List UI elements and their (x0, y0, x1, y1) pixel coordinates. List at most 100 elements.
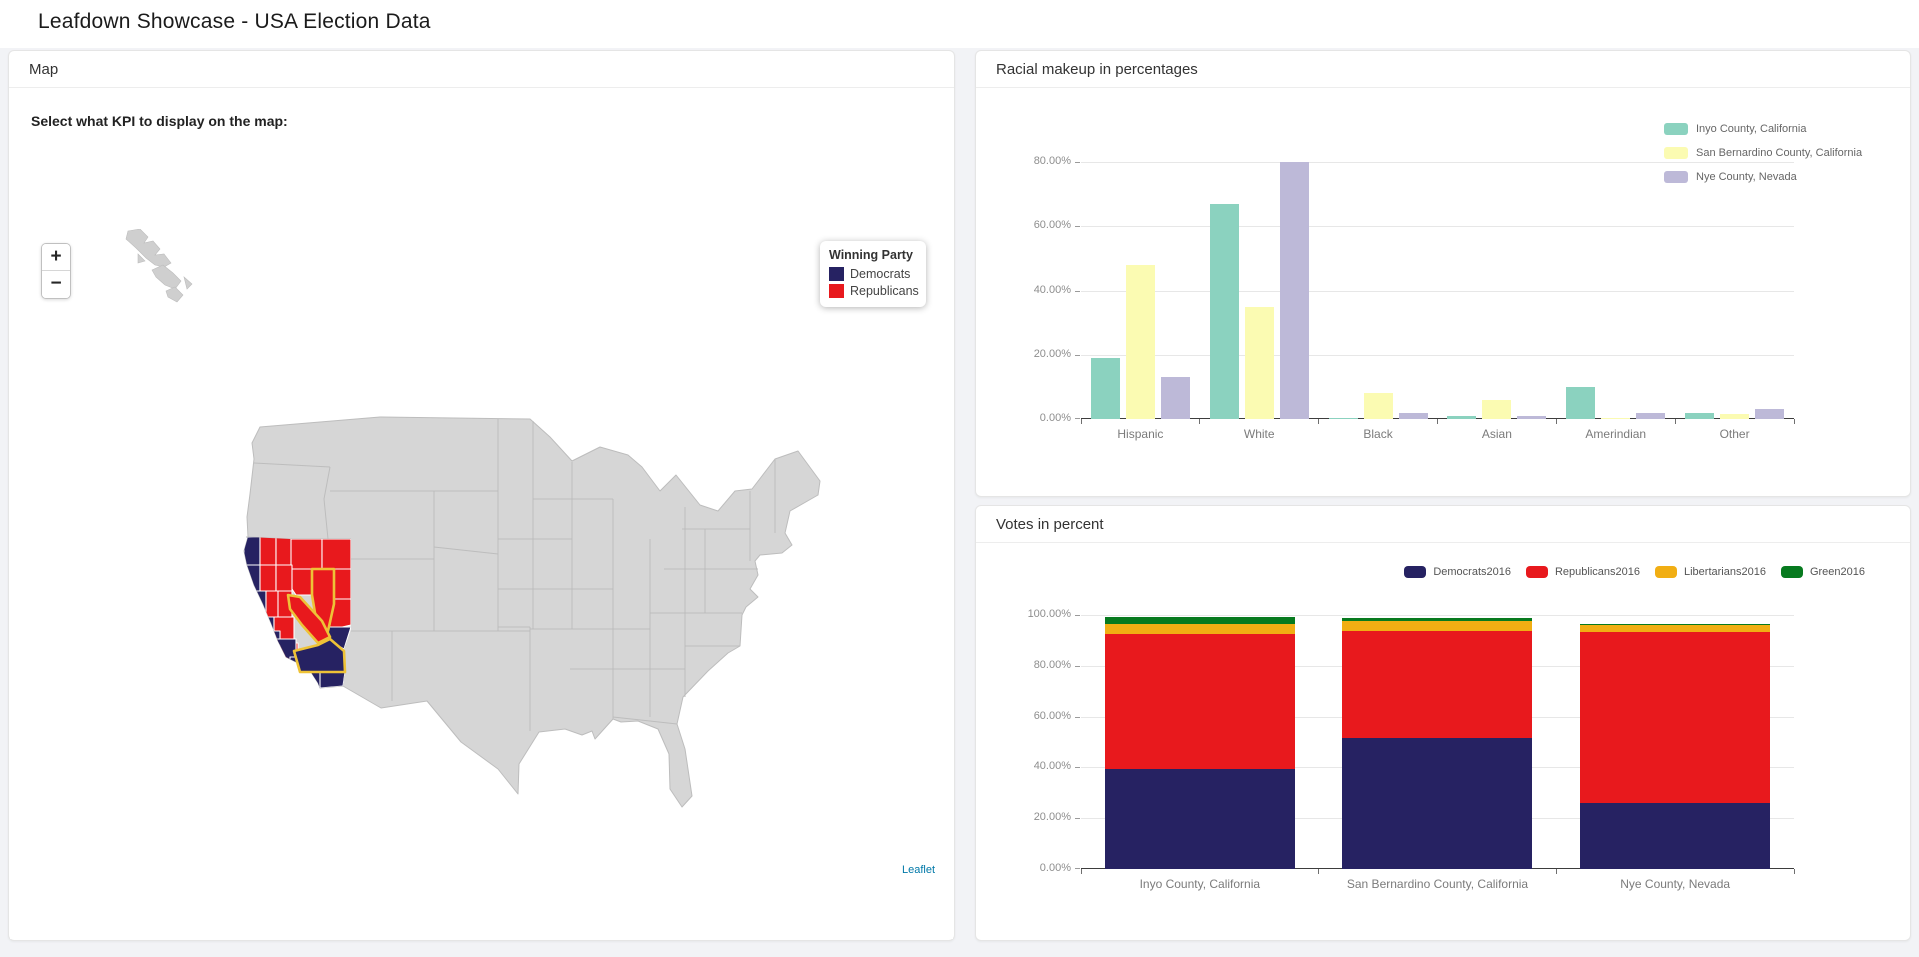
leaflet-map[interactable]: + − (10, 137, 953, 939)
party-color-swatch (829, 267, 844, 281)
y-tick-label: 20.00% (1001, 348, 1071, 360)
bar-segment[interactable] (1580, 632, 1770, 803)
bar[interactable] (1482, 400, 1511, 419)
stacked-bar-group (1319, 615, 1557, 869)
y-tick-mark (1075, 162, 1080, 163)
legend-label: Libertarians2016 (1684, 566, 1766, 578)
x-tick-mark (1199, 419, 1200, 424)
x-tick-mark (1081, 419, 1082, 424)
stacked-bar[interactable] (1342, 618, 1532, 869)
legend-swatch (1404, 566, 1426, 578)
bar[interactable] (1091, 358, 1120, 419)
x-category-label: Amerindian (1556, 427, 1675, 441)
bar[interactable] (1755, 409, 1784, 419)
bar[interactable] (1636, 413, 1665, 419)
bar[interactable] (1126, 265, 1155, 419)
y-tick-label: 20.00% (1001, 811, 1071, 823)
votes-panel-title: Votes in percent (976, 506, 1910, 543)
y-tick-mark (1075, 767, 1080, 768)
winning-party-legend-title: Winning Party (829, 248, 917, 262)
x-tick-mark (1081, 869, 1082, 874)
y-tick-label: 80.00% (1001, 659, 1071, 671)
bar-group (1438, 162, 1557, 419)
legend-item[interactable]: Republicans2016 (1526, 566, 1640, 578)
x-tick-mark (1794, 869, 1795, 874)
bar[interactable] (1685, 413, 1714, 419)
legend-item[interactable]: Democrats2016 (1404, 566, 1511, 578)
bar[interactable] (1210, 204, 1239, 419)
legend-label: Democrats2016 (1433, 566, 1511, 578)
x-category-label: San Bernardino County, California (1319, 877, 1557, 891)
votes-chart-plot: 0.00%20.00%40.00%60.00%80.00%100.00%Inyo… (1081, 615, 1794, 869)
legend-label: Inyo County, California (1696, 123, 1806, 135)
map-panel: Map Select what KPI to display on the ma… (8, 50, 955, 941)
legend-swatch (1664, 123, 1688, 135)
stacked-bar-group (1556, 615, 1794, 869)
bar[interactable] (1566, 387, 1595, 419)
legend-item[interactable]: Libertarians2016 (1655, 566, 1766, 578)
y-tick-mark (1075, 615, 1080, 616)
bar-segment[interactable] (1580, 625, 1770, 632)
legend-swatch (1664, 147, 1688, 159)
y-tick-mark (1075, 226, 1080, 227)
x-category-label: Other (1675, 427, 1794, 441)
bar-segment[interactable] (1105, 617, 1295, 624)
stacked-bar-group (1081, 615, 1319, 869)
legend-swatch (1781, 566, 1803, 578)
bar[interactable] (1280, 162, 1309, 419)
bar[interactable] (1329, 418, 1358, 419)
bar[interactable] (1245, 307, 1274, 419)
x-tick-mark (1556, 869, 1557, 874)
bar-segment[interactable] (1342, 738, 1532, 869)
x-tick-mark (1556, 419, 1557, 424)
bar-segment[interactable] (1105, 624, 1295, 634)
x-tick-mark (1437, 419, 1438, 424)
us-states-map[interactable] (230, 399, 835, 824)
bar-segment[interactable] (1580, 803, 1770, 869)
bar-group (1675, 162, 1794, 419)
x-category-label: Nye County, Nevada (1556, 877, 1794, 891)
y-tick-mark (1075, 418, 1080, 419)
racial-chart-plot: 0.00%20.00%40.00%60.00%80.00%HispanicWhi… (1081, 162, 1794, 419)
winning-party-legend-item: Democrats (829, 265, 917, 282)
bar[interactable] (1447, 416, 1476, 419)
x-tick-mark (1318, 869, 1319, 874)
bar-segment[interactable] (1342, 631, 1532, 738)
y-tick-label: 0.00% (1001, 862, 1071, 874)
bar[interactable] (1720, 414, 1749, 419)
y-tick-mark (1075, 717, 1080, 718)
bar-segment[interactable] (1105, 634, 1295, 769)
y-tick-mark (1075, 868, 1080, 869)
legend-item[interactable]: Green2016 (1781, 566, 1865, 578)
x-category-label: Black (1319, 427, 1438, 441)
y-tick-mark (1075, 818, 1080, 819)
stacked-bar[interactable] (1105, 617, 1295, 869)
bar-group (1081, 162, 1200, 419)
zoom-out-button[interactable]: − (42, 271, 70, 298)
racial-makeup-panel: Racial makeup in percentages Inyo County… (975, 50, 1911, 497)
y-tick-mark (1075, 355, 1080, 356)
x-category-label: Hispanic (1081, 427, 1200, 441)
y-tick-label: 60.00% (1001, 710, 1071, 722)
bar[interactable] (1517, 416, 1546, 419)
legend-item[interactable]: Inyo County, California (1664, 117, 1862, 141)
stacked-bar[interactable] (1580, 624, 1770, 869)
bar[interactable] (1399, 413, 1428, 419)
bar-group (1319, 162, 1438, 419)
y-tick-label: 80.00% (1001, 155, 1071, 167)
bar-segment[interactable] (1342, 621, 1532, 630)
legend-label: San Bernardino County, California (1696, 147, 1862, 159)
zoom-in-button[interactable]: + (42, 244, 70, 271)
y-tick-label: 40.00% (1001, 284, 1071, 296)
x-category-label: White (1200, 427, 1319, 441)
leaflet-attribution-link[interactable]: Leaflet (898, 863, 939, 877)
party-color-swatch (829, 284, 844, 298)
bar[interactable] (1601, 418, 1630, 419)
bar-segment[interactable] (1105, 769, 1295, 869)
y-tick-label: 60.00% (1001, 219, 1071, 231)
bar[interactable] (1161, 377, 1190, 419)
party-label: Democrats (850, 267, 910, 281)
x-category-label: Inyo County, California (1081, 877, 1319, 891)
bar[interactable] (1364, 393, 1393, 419)
y-tick-label: 100.00% (1001, 608, 1071, 620)
